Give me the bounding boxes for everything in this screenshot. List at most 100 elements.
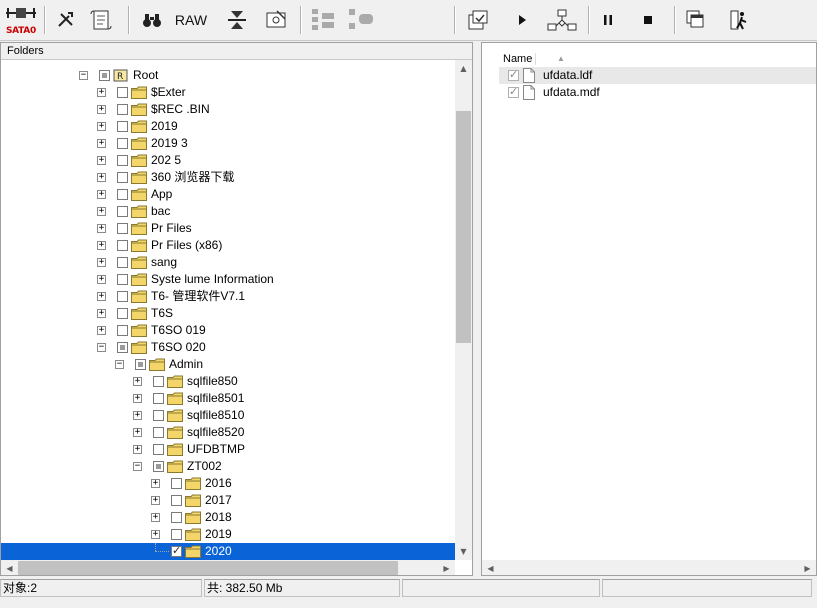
expand-icon[interactable]: + [97, 173, 106, 182]
expand-icon[interactable]: + [97, 326, 106, 335]
expand-icon[interactable]: + [151, 530, 160, 539]
scroll-button[interactable] [86, 4, 116, 36]
tree-row[interactable]: + App [1, 186, 455, 203]
collapse-tree-button[interactable] [344, 4, 378, 36]
expand-icon[interactable]: + [97, 292, 106, 301]
scroll-down-icon[interactable]: ▼ [455, 543, 472, 560]
expand-icon[interactable]: + [133, 445, 142, 454]
collapse-icon[interactable]: − [115, 360, 124, 369]
play-button[interactable] [510, 4, 534, 36]
tree-checkbox[interactable] [171, 529, 182, 540]
expand-icon[interactable]: + [97, 105, 106, 114]
tree-checkbox[interactable] [117, 206, 128, 217]
expand-icon[interactable]: + [133, 377, 142, 386]
tree-scroll-thumb[interactable] [456, 111, 471, 343]
expand-tree-button[interactable] [306, 4, 340, 36]
tree-row[interactable]: +2019 [1, 526, 455, 543]
tree-checkbox[interactable] [153, 393, 164, 404]
tree-checkbox[interactable] [117, 308, 128, 319]
tree-row[interactable]: + $REC .BIN [1, 101, 455, 118]
file-row[interactable]: ufdata.ldf [499, 67, 816, 84]
filter-button[interactable] [222, 4, 252, 36]
tree-hscroll-thumb[interactable] [18, 561, 398, 575]
column-header-name[interactable]: Name ▲ [499, 51, 816, 68]
tree-row[interactable]: +2019 3 [1, 135, 455, 152]
tree-row[interactable]: + T6S [1, 305, 455, 322]
tree-checkbox[interactable] [117, 87, 128, 98]
tree-checkbox[interactable] [117, 240, 128, 251]
tree-checkbox[interactable] [153, 376, 164, 387]
tree-row[interactable]: +2016 [1, 475, 455, 492]
expand-icon[interactable]: + [97, 241, 106, 250]
expand-icon[interactable]: + [151, 496, 160, 505]
save-button[interactable] [262, 4, 292, 36]
collapse-icon[interactable]: − [79, 71, 88, 80]
tree-checkbox[interactable] [153, 444, 164, 455]
tree-checkbox[interactable] [117, 189, 128, 200]
tree-checkbox[interactable] [171, 544, 182, 557]
tree-row[interactable]: + $Exter [1, 84, 455, 101]
tree-row[interactable]: − R Root [1, 67, 455, 84]
scroll-left-icon[interactable]: ◀ [482, 560, 499, 575]
tree-checkbox[interactable] [153, 410, 164, 421]
tree-row[interactable]: + Pr Files [1, 220, 455, 237]
tree-checkbox[interactable] [153, 461, 164, 472]
tree-checkbox[interactable] [117, 121, 128, 132]
tree-row[interactable]: + UFDBTMP [1, 441, 455, 458]
tree-row[interactable]: + T6- 管理软件V7.1 [1, 288, 455, 305]
expand-icon[interactable]: + [133, 394, 142, 403]
expand-icon[interactable]: + [97, 275, 106, 284]
flow-button[interactable] [544, 4, 580, 36]
expand-icon[interactable]: + [97, 207, 106, 216]
collapse-icon[interactable]: − [97, 343, 106, 352]
stop-button[interactable] [636, 4, 660, 36]
tree-row[interactable]: + Pr Files (x86) [1, 237, 455, 254]
drive-button[interactable]: SATA0 [2, 4, 40, 36]
tree-checkbox[interactable] [171, 512, 182, 523]
tree-checkbox[interactable] [171, 478, 182, 489]
tree-row[interactable]: + sqlfile8501 [1, 390, 455, 407]
tree-checkbox[interactable] [117, 104, 128, 115]
tree-row[interactable]: +360 浏览器下载 [1, 169, 455, 186]
tree-row[interactable]: − Admin [1, 356, 455, 373]
search-button[interactable] [138, 4, 166, 36]
tree-checkbox[interactable] [99, 70, 110, 81]
tree-row[interactable]: + T6SO 019 [1, 322, 455, 339]
expand-icon[interactable]: + [133, 428, 142, 437]
tree-checkbox[interactable] [135, 359, 146, 370]
file-checkbox[interactable] [508, 85, 519, 98]
tree-checkbox[interactable] [117, 257, 128, 268]
tree-row[interactable]: − T6SO 020 [1, 339, 455, 356]
tree-checkbox[interactable] [117, 325, 128, 336]
file-list-horizontal-scrollbar[interactable]: ◀ ▶ [482, 560, 816, 575]
tree-row[interactable]: 2020 [1, 543, 455, 560]
file-row[interactable]: ufdata.mdf [499, 84, 816, 101]
tree-row[interactable]: + sang [1, 254, 455, 271]
tree-row[interactable]: + sqlfile8510 [1, 407, 455, 424]
scroll-right-icon[interactable]: ▶ [799, 560, 816, 575]
expand-icon[interactable]: + [97, 309, 106, 318]
tree-checkbox[interactable] [117, 138, 128, 149]
tree-row[interactable]: + bac [1, 203, 455, 220]
tree-checkbox[interactable] [117, 274, 128, 285]
expand-icon[interactable]: + [97, 258, 106, 267]
tree-row[interactable]: − ZT002 [1, 458, 455, 475]
tree-row[interactable]: + Syste lume Information [1, 271, 455, 288]
export-button[interactable] [464, 4, 492, 36]
file-checkbox[interactable] [508, 68, 519, 81]
scroll-left-icon[interactable]: ◀ [1, 560, 18, 575]
expand-icon[interactable]: + [97, 224, 106, 233]
scroll-right-icon[interactable]: ▶ [438, 560, 455, 575]
tree-checkbox[interactable] [117, 172, 128, 183]
expand-icon[interactable]: + [151, 513, 160, 522]
windows-button[interactable] [682, 4, 710, 36]
expand-icon[interactable]: + [151, 479, 160, 488]
tree-vertical-scrollbar[interactable]: ▲ ▼ [455, 60, 472, 560]
tree-checkbox[interactable] [117, 342, 128, 353]
expand-icon[interactable]: + [97, 122, 106, 131]
tree-row[interactable]: +202 5 [1, 152, 455, 169]
expand-icon[interactable]: + [97, 190, 106, 199]
scroll-up-icon[interactable]: ▲ [455, 60, 472, 77]
exit-button[interactable] [726, 4, 752, 36]
tree-checkbox[interactable] [117, 155, 128, 166]
